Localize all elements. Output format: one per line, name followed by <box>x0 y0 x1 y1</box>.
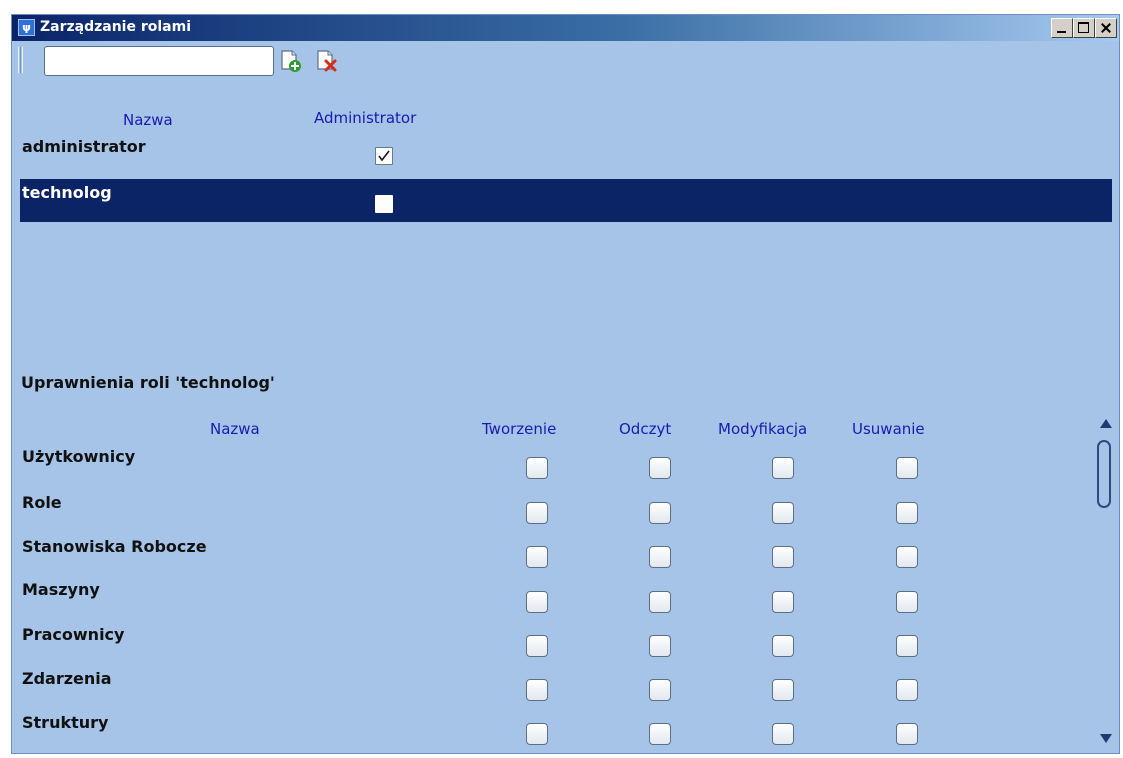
read-checkbox[interactable] <box>649 457 671 479</box>
perm-header-name: Nazwa <box>210 420 260 438</box>
read-checkbox[interactable] <box>649 679 671 701</box>
modify-checkbox[interactable] <box>772 723 794 745</box>
delete-checkbox[interactable] <box>896 723 918 745</box>
table-row-selected[interactable] <box>20 179 1112 222</box>
minimize-button[interactable] <box>1051 18 1073 38</box>
create-checkbox[interactable] <box>526 502 548 524</box>
read-checkbox[interactable] <box>649 546 671 568</box>
app-icon: ψ <box>18 19 35 36</box>
read-checkbox[interactable] <box>649 502 671 524</box>
modify-checkbox[interactable] <box>772 635 794 657</box>
delete-checkbox[interactable] <box>896 546 918 568</box>
delete-checkbox[interactable] <box>896 635 918 657</box>
maximize-button[interactable] <box>1073 18 1095 38</box>
scroll-up-arrow-icon[interactable] <box>1100 419 1112 428</box>
permission-name: Zdarzenia <box>22 669 112 688</box>
perm-header-delete: Usuwanie <box>852 420 925 438</box>
permission-name: Maszyny <box>22 580 100 599</box>
window-title: Zarządzanie rolami <box>40 19 192 35</box>
perm-header-modify: Modyfikacja <box>718 420 808 438</box>
modify-checkbox[interactable] <box>772 546 794 568</box>
read-checkbox[interactable] <box>649 635 671 657</box>
scrollbar-thumb[interactable] <box>1097 440 1111 508</box>
checkmark-icon <box>378 150 390 162</box>
administrator-checkbox[interactable] <box>375 147 393 165</box>
delete-checkbox[interactable] <box>896 502 918 524</box>
toolbar <box>12 41 1119 81</box>
add-document-icon <box>281 50 301 72</box>
create-checkbox[interactable] <box>526 635 548 657</box>
roles-header-name: Nazwa <box>123 111 173 129</box>
add-role-button[interactable] <box>278 49 302 73</box>
create-checkbox[interactable] <box>526 679 548 701</box>
window-controls <box>1051 18 1117 38</box>
read-checkbox[interactable] <box>649 723 671 745</box>
roles-header-administrator: Administrator <box>314 109 417 127</box>
administrator-checkbox[interactable] <box>375 195 393 213</box>
permission-name: Pracownicy <box>22 625 125 644</box>
delete-checkbox[interactable] <box>896 457 918 479</box>
delete-checkbox[interactable] <box>896 591 918 613</box>
role-name: administrator <box>22 137 146 156</box>
create-checkbox[interactable] <box>526 546 548 568</box>
role-name: technolog <box>22 183 112 202</box>
delete-checkbox[interactable] <box>896 679 918 701</box>
permissions-title: Uprawnienia roli 'technolog' <box>21 373 275 392</box>
modify-checkbox[interactable] <box>772 591 794 613</box>
modify-checkbox[interactable] <box>772 457 794 479</box>
close-button[interactable] <box>1095 18 1117 38</box>
search-input[interactable] <box>44 46 274 76</box>
create-checkbox[interactable] <box>526 723 548 745</box>
title-bar[interactable]: ψ Zarządzanie rolami <box>12 15 1119 41</box>
role-management-window: ψ Zarządzanie rolami Nazwa Administrator… <box>11 14 1120 754</box>
read-checkbox[interactable] <box>649 591 671 613</box>
delete-role-button[interactable] <box>314 49 338 73</box>
delete-document-icon <box>317 50 337 72</box>
permission-name: Role <box>22 493 62 512</box>
vertical-scrollbar[interactable] <box>1096 413 1116 743</box>
modify-checkbox[interactable] <box>772 502 794 524</box>
perm-header-read: Odczyt <box>619 420 672 438</box>
create-checkbox[interactable] <box>526 457 548 479</box>
modify-checkbox[interactable] <box>772 679 794 701</box>
scroll-down-arrow-icon[interactable] <box>1100 734 1112 743</box>
toolbar-grip-handle[interactable] <box>18 47 23 73</box>
perm-header-create: Tworzenie <box>482 420 557 438</box>
permission-name: Stanowiska Robocze <box>22 537 207 556</box>
create-checkbox[interactable] <box>526 591 548 613</box>
permission-name: Użytkownicy <box>22 447 136 466</box>
permission-name: Struktury <box>22 713 109 732</box>
